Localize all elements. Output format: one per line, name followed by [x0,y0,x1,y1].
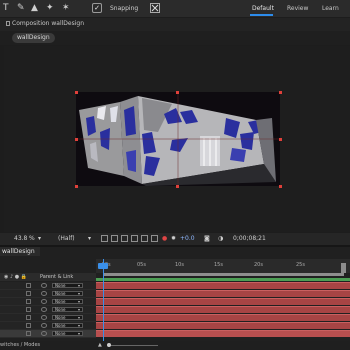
transform-handle[interactable] [75,91,78,94]
layer-bar[interactable] [96,330,350,337]
transform-handle[interactable] [279,185,282,188]
color-channel-icon[interactable]: ● [162,233,167,245]
current-time[interactable]: 0;00;08;21 [233,233,266,245]
pickwhip-icon[interactable] [41,315,47,320]
playhead[interactable] [103,259,104,341]
zoom-out-icon[interactable]: ▲ [98,341,102,350]
exposure-value[interactable]: +0.0 [180,233,195,245]
layer-row[interactable]: None ▾ [0,298,96,306]
wall-render [76,92,280,186]
visibility-icon[interactable] [26,283,31,288]
visibility-icon[interactable] [26,315,31,320]
transform-handle[interactable] [176,91,179,94]
layer-bar[interactable] [96,306,350,313]
composition-tab-title[interactable]: Composition wallDesign [12,19,84,29]
transform-handle[interactable] [176,185,179,188]
layer-bar[interactable] [96,282,350,289]
grid-icon[interactable] [141,235,148,242]
mask-path-icon[interactable] [121,235,128,242]
timeline-tab-label[interactable]: wallDesign [2,247,35,256]
visibility-icon[interactable] [26,299,31,304]
layer-bar[interactable] [96,322,350,329]
snapshot-icon[interactable]: ◙ [204,233,210,245]
chevron-down-icon[interactable]: ▾ [78,323,80,328]
ruler-tick: 20s [254,262,263,268]
visibility-icon[interactable] [26,307,31,312]
transform-handle[interactable] [279,138,282,141]
puppet-tool[interactable]: ✶ [62,2,70,14]
chevron-down-icon[interactable]: ▾ [78,283,80,288]
time-zoom-slider[interactable] [108,345,158,346]
composition-frame [76,92,280,186]
pickwhip-icon[interactable] [41,307,47,312]
chevron-down-icon[interactable]: ▾ [78,299,80,304]
channel-icon[interactable] [151,235,158,242]
resolution-dropdown-icon[interactable]: ▾ [88,233,91,245]
pickwhip-icon[interactable] [41,323,47,328]
switch-column-icon[interactable]: ◉ ♪ ● 🔒 [4,273,27,281]
pickwhip-icon[interactable] [41,291,47,296]
transparency-grid-icon[interactable] [111,235,118,242]
transform-handle[interactable] [75,185,78,188]
end-marker[interactable] [341,263,346,273]
render-cache-bar [96,278,350,281]
show-snapshot-icon[interactable]: ◑ [218,233,223,245]
lock-icon[interactable] [6,21,10,26]
layer-bar[interactable] [96,290,350,297]
transform-handle[interactable] [75,138,78,141]
transform-handle[interactable] [279,91,282,94]
chevron-down-icon[interactable]: ▾ [78,307,80,312]
workspace-learn[interactable]: Learn [322,2,339,15]
pickwhip-icon[interactable] [41,283,47,288]
region-of-interest-icon[interactable] [101,235,108,242]
visibility-icon[interactable] [26,291,31,296]
composition-crumb[interactable]: wallDesign [12,33,55,43]
pickwhip-icon[interactable] [41,299,47,304]
guides-icon[interactable] [131,235,138,242]
work-area-bar[interactable] [104,273,344,276]
ruler-tick: 15s [214,262,223,268]
timeline-footer [0,341,350,350]
toggle-switches-modes[interactable]: witches / Modes [0,341,40,350]
time-ruler[interactable] [96,259,350,273]
ruler-tick: 05s [137,262,146,268]
chevron-down-icon[interactable]: ▾ [78,331,80,336]
zoom-dropdown-icon[interactable]: ▾ [38,233,41,245]
layer-row[interactable]: None ▾ [0,322,96,330]
parent-link-header[interactable]: Parent & Link [40,273,73,281]
snap-options-icon[interactable] [150,3,160,13]
layer-row[interactable]: None ▾ [0,282,96,290]
resolution-select[interactable]: (Half) [58,233,75,245]
pickwhip-icon[interactable] [41,331,47,336]
chevron-down-icon[interactable]: ▾ [78,315,80,320]
zoom-value[interactable]: 43.8 [14,233,27,245]
ruler-tick: 10s [175,262,184,268]
snapping-checkbox[interactable]: ✓ [92,3,102,13]
time-zoom-knob[interactable] [107,343,111,347]
type-tool[interactable]: T [3,2,9,14]
workspace-active-indicator [250,14,273,16]
zoom-unit: % [29,235,35,242]
eraser-tool[interactable]: ✦ [46,2,54,14]
snapping-label: Snapping [110,5,139,12]
pen-tool[interactable]: ✎ [17,2,25,14]
visibility-icon[interactable] [26,323,31,328]
layer-bar[interactable] [96,298,350,305]
exposure-icon[interactable]: ✹ [171,233,176,245]
layer-row[interactable]: None ▾ [0,314,96,322]
layer-row[interactable]: None ▾ [0,290,96,298]
layer-row[interactable]: None ▾ [0,330,96,338]
layer-bar[interactable] [96,314,350,321]
ruler-tick: 25s [296,262,305,268]
visibility-icon[interactable] [26,331,31,336]
chevron-down-icon[interactable]: ▾ [78,291,80,296]
layer-row[interactable]: None ▾ [0,306,96,314]
workspace-review[interactable]: Review [287,2,308,15]
stamp-tool[interactable]: ▲ [31,2,38,14]
